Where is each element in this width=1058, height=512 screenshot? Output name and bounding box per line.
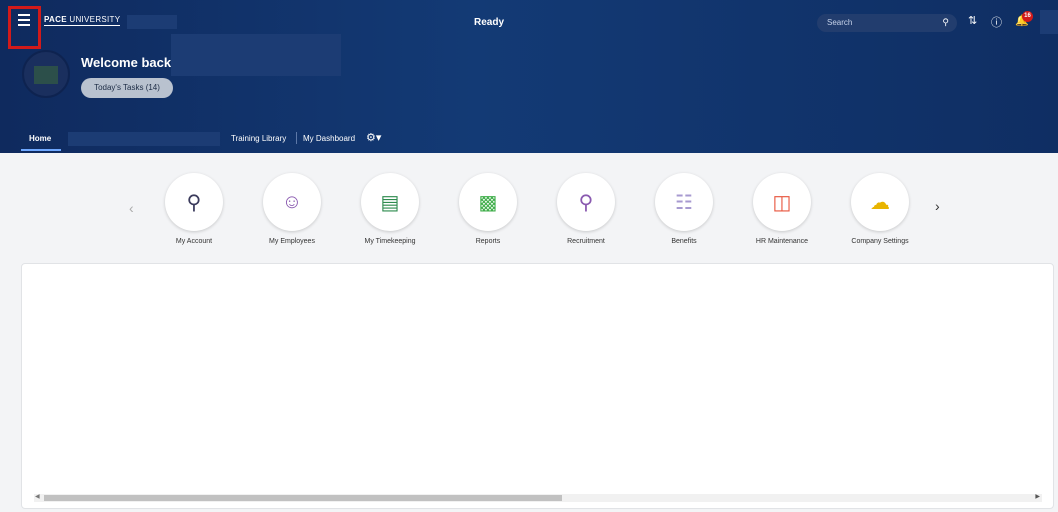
reports-chart-icon: ▩ [459,173,517,231]
active-tab-underline [21,149,61,151]
switch-icon[interactable]: ⇅ [968,14,977,27]
quick-links-carousel: ‹ ⚲ My Account ☺ My Employees ▤ My Timek… [0,153,1058,261]
tab-training-library[interactable]: Training Library [231,134,286,143]
search-icon[interactable]: ⚲ [942,17,949,28]
notification-badge: 16 [1022,11,1033,22]
tile-label: Benefits [671,238,697,245]
tile-reports[interactable]: ▩ Reports [448,173,528,245]
scroll-left-arrow-icon[interactable]: ◀ [35,493,40,500]
chevron-right-icon[interactable]: › [935,198,940,214]
redacted-avatar [1040,10,1058,34]
search-placeholder: Search [827,18,853,27]
tile-label: My Account [175,238,213,245]
tile-benefits[interactable]: ☷ Benefits [644,173,724,245]
app-title: Ready [474,17,505,28]
help-icon[interactable]: ⓘ [991,14,1002,30]
tile-label: My Employees [269,238,315,245]
pace-university-logo[interactable]: PACE UNIVERSITY [44,15,121,26]
gift-icon: ◫ [753,173,811,231]
tile-my-account[interactable]: ⚲ My Account [154,173,234,245]
menu-highlight-box [8,6,41,49]
welcome-text: Welcome back, [81,55,175,70]
redacted-tab [68,132,220,146]
tile-label: Reports [475,238,501,245]
redacted-username [171,34,341,76]
tile-label: Recruitment [567,238,605,245]
tile-my-employees[interactable]: ☺ My Employees [252,173,332,245]
search-input[interactable]: Search ⚲ [817,14,957,32]
company-settings-icon: ☁ [851,173,909,231]
account-search-icon: ⚲ [165,173,223,231]
chevron-left-icon[interactable]: ‹ [129,200,134,216]
timekeeping-icon: ▤ [361,173,419,231]
scroll-right-arrow-icon[interactable]: ▶ [1035,493,1040,500]
tile-hr-maintenance[interactable]: ◫ HR Maintenance [742,173,822,245]
gear-icon[interactable]: ⚙▾ [366,131,381,144]
dashboard-panel: ◀ ▶ [21,263,1054,509]
benefits-icon: ☷ [655,173,713,231]
tile-company-settings[interactable]: ☁ Company Settings [840,173,920,245]
tile-my-timekeeping[interactable]: ▤ My Timekeeping [350,173,430,245]
tile-recruitment[interactable]: ⚲ Recruitment [546,173,626,245]
todays-tasks-button[interactable]: Today's Tasks (14) [81,78,173,98]
tab-divider [296,132,297,144]
hamburger-menu-icon[interactable] [18,14,30,26]
scrollbar-thumb[interactable] [44,495,562,501]
recruitment-icon: ⚲ [557,173,615,231]
horizontal-scrollbar[interactable]: ◀ ▶ [34,494,1042,502]
employees-icon: ☺ [263,173,321,231]
tile-label: My Timekeeping [364,238,416,245]
avatar[interactable] [22,50,70,98]
redacted-block [127,15,177,29]
top-header: PACE UNIVERSITY Ready Search ⚲ ⇅ ⓘ 🔔 16 … [0,0,1058,153]
tile-label: HR Maintenance [755,238,809,245]
tile-label: Company Settings [851,238,909,245]
tab-home[interactable]: Home [29,134,51,143]
tab-my-dashboard[interactable]: My Dashboard [303,134,355,143]
